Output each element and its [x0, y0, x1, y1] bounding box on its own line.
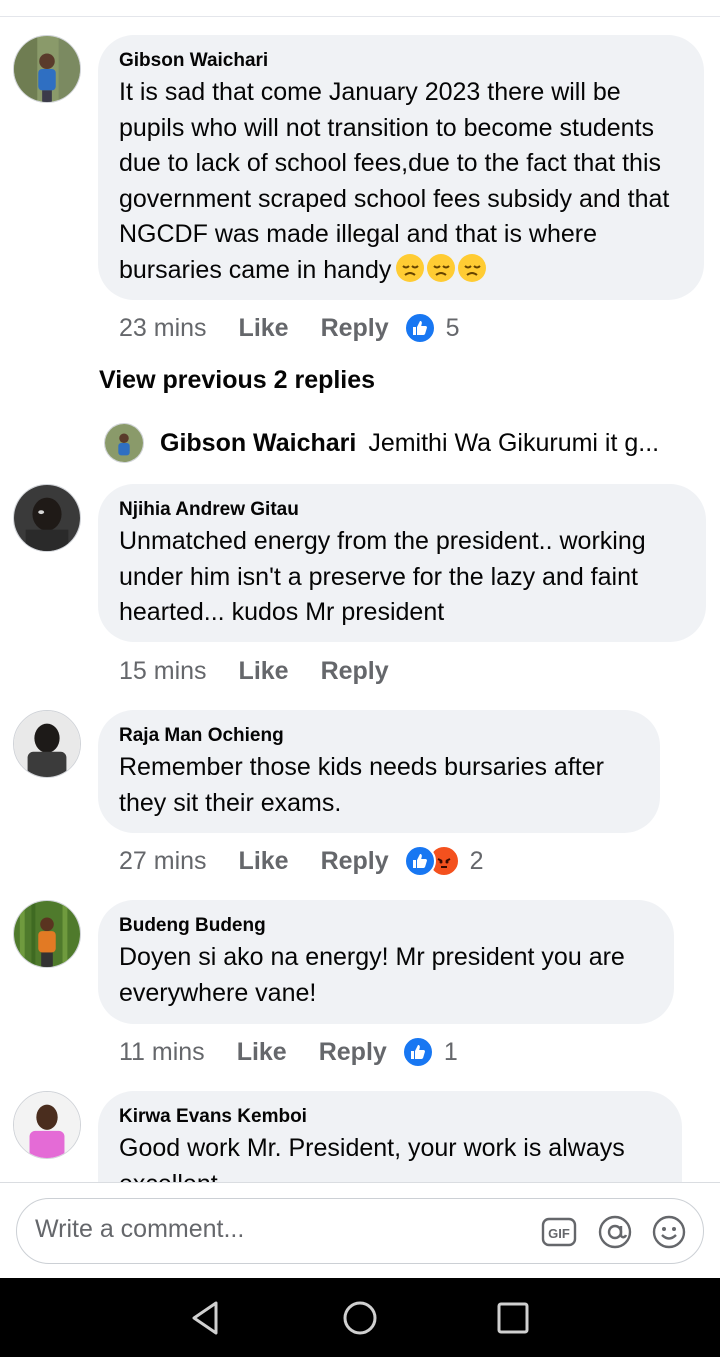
avatar-image	[14, 485, 80, 551]
comment-meta: 27 mins Like Reply 2	[119, 841, 484, 881]
avatar-image	[14, 36, 80, 102]
comment-time[interactable]: 23 mins	[119, 314, 207, 343]
comment-time[interactable]: 27 mins	[119, 847, 207, 876]
avatar[interactable]	[13, 1091, 81, 1159]
comment-meta: 23 mins Like Reply 5	[119, 308, 460, 348]
avatar[interactable]	[104, 423, 144, 463]
emoji-icon[interactable]	[651, 1214, 687, 1250]
comment-input[interactable]: Write a comment... GIF	[16, 1198, 704, 1264]
comment-author[interactable]: Raja Man Ochieng	[119, 724, 640, 748]
comment-bubble[interactable]: Budeng Budeng Doyen si ako na energy! Mr…	[98, 900, 674, 1024]
back-icon[interactable]	[186, 1298, 226, 1338]
svg-text:GIF: GIF	[548, 1226, 570, 1241]
reply-text: Jemithi Wa Gikurumi it g...	[368, 428, 660, 457]
disappointed-emoji	[395, 253, 487, 294]
reactions-summary[interactable]: 5	[403, 312, 460, 344]
comment-bubble[interactable]: Gibson Waichari It is sad that come Janu…	[98, 35, 704, 300]
reply-preview[interactable]: Gibson Waichari Jemithi Wa Gikurumi it g…	[104, 422, 659, 464]
avatar-image	[14, 711, 80, 777]
comment-time[interactable]: 11 mins	[119, 1038, 205, 1067]
like-button[interactable]: Like	[239, 657, 289, 686]
comment-time[interactable]: 15 mins	[119, 657, 207, 686]
comment-bubble[interactable]: Kirwa Evans Kemboi Good work Mr. Preside…	[98, 1091, 682, 1182]
comment-bubble[interactable]: Raja Man Ochieng Remember those kids nee…	[98, 710, 660, 833]
gif-icon[interactable]: GIF	[541, 1214, 577, 1250]
reaction-count: 5	[445, 313, 460, 342]
comment-author[interactable]: Kirwa Evans Kemboi	[119, 1105, 662, 1129]
reaction-count: 2	[469, 846, 484, 875]
like-button[interactable]: Like	[239, 314, 289, 343]
like-reaction-icon	[401, 1036, 434, 1068]
comment-author[interactable]: Njihia Andrew Gitau	[119, 498, 686, 522]
reply-button[interactable]: Reply	[321, 314, 389, 343]
reply-author[interactable]: Gibson Waichari	[160, 429, 356, 458]
avatar[interactable]	[13, 710, 81, 778]
comment-feed[interactable]: Gibson Waichari It is sad that come Janu…	[0, 0, 720, 1182]
comment-author[interactable]: Budeng Budeng	[119, 914, 654, 938]
comment-text: Unmatched energy from the president.. wo…	[119, 527, 646, 626]
comment-meta: 15 mins Like Reply	[119, 651, 389, 691]
system-navigation-bar	[0, 1278, 720, 1357]
view-previous-replies-link[interactable]: View previous 2 replies	[99, 366, 375, 395]
mention-icon[interactable]	[597, 1214, 633, 1250]
comment-composer-bar: Write a comment... GIF	[0, 1182, 720, 1278]
avatar[interactable]	[13, 484, 81, 552]
reply-button[interactable]: Reply	[321, 657, 389, 686]
like-reaction-icon	[403, 312, 436, 344]
avatar[interactable]	[13, 900, 81, 968]
comment-meta: 11 mins Like Reply 1	[119, 1032, 458, 1072]
comment-bubble[interactable]: Njihia Andrew Gitau Unmatched energy fro…	[98, 484, 706, 642]
avatar[interactable]	[13, 35, 81, 103]
comment-author[interactable]: Gibson Waichari	[119, 49, 684, 73]
reactions-summary[interactable]: 1	[401, 1036, 458, 1068]
reactions-summary[interactable]: 2	[403, 845, 484, 877]
comment-text: Remember those kids needs bursaries afte…	[119, 753, 604, 817]
like-button[interactable]: Like	[237, 1038, 287, 1067]
avatar-image	[14, 1092, 80, 1158]
reply-button[interactable]: Reply	[319, 1038, 387, 1067]
reaction-count: 1	[443, 1037, 458, 1066]
like-reaction-icon	[403, 845, 436, 877]
like-button[interactable]: Like	[239, 847, 289, 876]
recents-icon[interactable]	[493, 1298, 533, 1338]
home-icon[interactable]	[340, 1298, 380, 1338]
comment-text: Doyen si ako na energy! Mr president you…	[119, 943, 625, 1007]
comment-text: It is sad that come January 2023 there w…	[119, 75, 684, 293]
avatar-image	[14, 901, 80, 967]
comment-body: It is sad that come January 2023 there w…	[119, 78, 670, 284]
comment-input-placeholder: Write a comment...	[35, 1215, 245, 1243]
avatar-image	[105, 424, 143, 462]
reply-button[interactable]: Reply	[321, 847, 389, 876]
comment-text: Good work Mr. President, your work is al…	[119, 1134, 625, 1182]
